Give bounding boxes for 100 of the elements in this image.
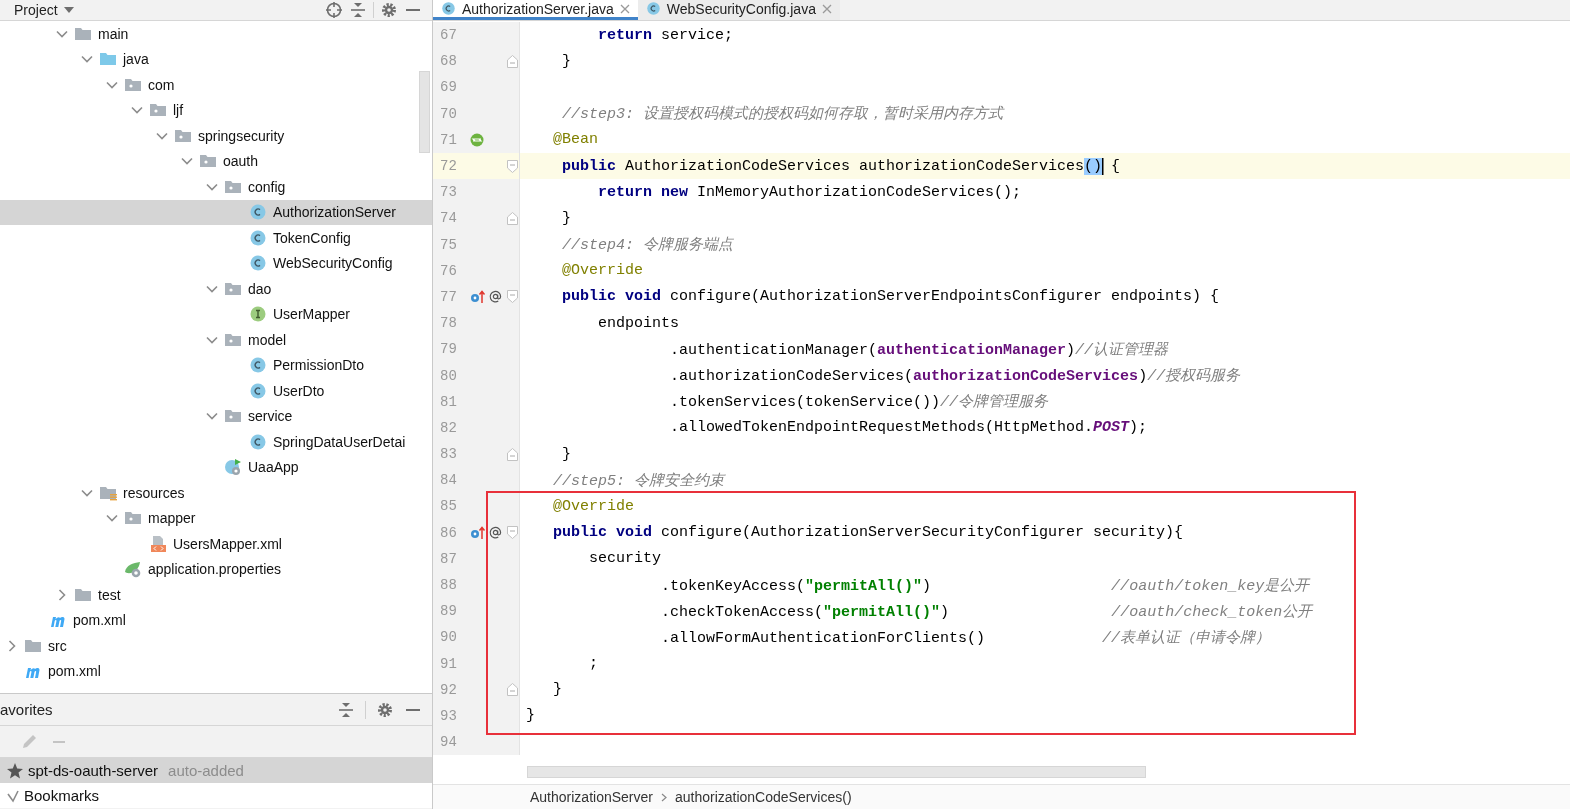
tree-item[interactable]: src [0,633,432,659]
chevron-icon[interactable] [6,788,20,803]
class-icon [249,381,267,400]
class-icon [249,432,267,451]
collapse-all-icon[interactable] [349,1,367,19]
code-line: @Override [561,262,644,280]
code-line: .allowedTokenEndpointRequestMethods(HttpMethod.POST); [669,419,1148,437]
line-number: 79 [439,341,458,358]
code-line: .checkTokenAccess("permitAll()") //oauth/check_token公开 [660,602,1313,621]
code-line: public void configure(AuthorizationServerSecurityConfigurer security){ [552,524,1184,542]
scrollbar[interactable] [527,766,1146,778]
code-line: .authenticationManager(authenticationManager)//认证管理器 [669,340,1169,359]
editor-tab[interactable]: AuthorizationServer.java [433,0,638,20]
settings-icon[interactable] [380,1,398,19]
line-number: 68 [439,53,458,70]
line-number: 72 [439,158,458,175]
override-icon[interactable] [469,525,486,540]
code-line: } [561,52,571,70]
tree-item[interactable]: UserDto [0,378,432,404]
fold-icon[interactable] [507,290,519,304]
xml-file-icon [149,534,167,553]
properties-file-icon [124,560,142,579]
tree-item[interactable]: springsecurity [0,123,432,149]
favorites-item[interactable]: Bookmarks [0,783,432,809]
settings-icon[interactable] [376,700,394,719]
tree-item[interactable]: mapper [0,505,432,531]
line-number: 83 [439,446,458,463]
override-icon[interactable] [469,289,486,304]
code-line: } [561,209,571,227]
tree-item[interactable]: service [0,403,432,429]
class-icon [441,1,456,16]
tree-item[interactable]: model [0,327,432,353]
code-line: .tokenServices(tokenService())//令牌管理服务 [669,393,1049,412]
tree-item[interactable]: UsersMapper.xml [0,531,432,557]
class-icon [249,228,267,247]
class-icon [249,254,267,273]
collapse-all-icon[interactable] [337,700,355,719]
scrollbar[interactable] [419,71,430,153]
line-number: 80 [439,367,458,384]
line-number: 76 [439,262,458,279]
tree-item[interactable]: TokenConfig [0,225,432,251]
breadcrumb[interactable]: authorizationCodeServices() [674,789,852,805]
code-line: //step3: 设置授权码模式的授权码如何存取，暂时采用内存方式 [561,104,1004,124]
line-number: 94 [439,734,458,751]
line-number: 91 [439,655,458,672]
tree-item[interactable]: application.properties [0,556,432,582]
code-line: .allowFormAuthenticationForClients() //表单认证（申请令牌） [660,628,1271,647]
line-number: 84 [439,472,458,489]
tree-item[interactable]: PermissionDto [0,352,432,378]
fold-icon[interactable] [507,54,519,68]
line-number: 67 [439,27,458,44]
at-sign-icon[interactable] [488,526,502,540]
editor-tab[interactable]: WebSecurityConfig.java [637,0,840,20]
tree-item[interactable]: pom.xml [0,658,432,684]
favorites-item[interactable]: spt-ds-oauth-server auto-added [0,758,432,784]
code-line: return service; [597,26,734,44]
tree-item[interactable]: AuthorizationServer [0,199,432,225]
tree-item[interactable]: dao [0,276,432,302]
tree-item[interactable]: main [0,21,432,47]
close-icon[interactable] [821,3,832,14]
code-line: ; [588,655,598,673]
tree-item[interactable]: UserMapper [0,301,432,327]
tree-item[interactable]: ljf [0,97,432,123]
tree-item[interactable]: java [0,46,432,72]
tree-item[interactable]: WebSecurityConfig [0,250,432,276]
locate-icon[interactable] [325,1,343,19]
class-icon [249,356,267,375]
fold-icon[interactable] [507,526,519,540]
tree-item[interactable]: config [0,174,432,200]
code-line: } [552,681,562,699]
line-number: 90 [439,629,458,646]
tree-item[interactable]: com [0,72,432,98]
star-icon [6,761,24,780]
class-icon [645,1,661,16]
line-number: 87 [439,550,458,567]
code-line: security [588,550,662,568]
fold-icon[interactable] [507,159,519,173]
fold-icon[interactable] [507,447,519,461]
breadcrumb[interactable]: AuthorizationServer [530,789,653,805]
close-icon[interactable] [619,3,630,14]
chevron-icon[interactable] [6,639,18,652]
fold-icon[interactable] [507,683,519,697]
tree-item[interactable]: pom.xml [0,607,432,633]
line-number: 93 [439,707,458,724]
bean-icon[interactable] [469,132,484,147]
tree-item[interactable]: test [0,582,432,608]
panel-title[interactable]: avorites [0,701,53,719]
tree-item[interactable]: UaaApp [0,454,432,480]
fold-icon[interactable] [507,211,519,225]
at-sign-icon[interactable] [488,290,502,304]
caret-icon[interactable] [63,6,74,14]
code-line: return new InMemoryAuthorizationCodeServices(); [597,183,1022,201]
chevron-icon[interactable] [56,588,68,601]
code-line: //step5: 令牌安全约束 [552,471,725,490]
tree-item[interactable]: resources [0,480,432,506]
code-line: //step4: 令牌服务端点 [561,235,734,255]
panel-title[interactable]: Project [14,2,58,18]
tree-item[interactable]: SpringDataUserDetai [0,429,432,455]
tree-item[interactable]: oauth [0,148,432,174]
line-number: 78 [439,315,458,332]
